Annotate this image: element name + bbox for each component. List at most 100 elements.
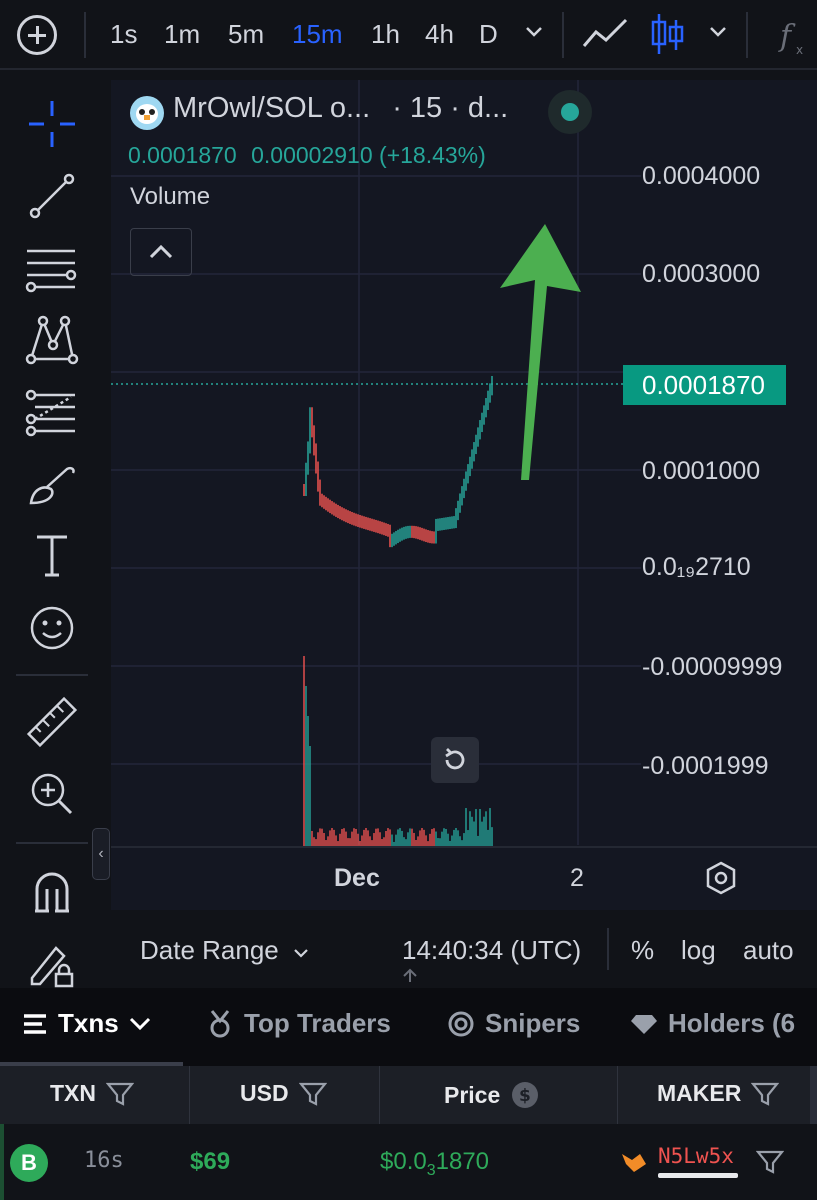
column-txn[interactable]: TXN xyxy=(50,1080,134,1107)
chevron-down-icon[interactable] xyxy=(524,24,544,45)
diamond-icon xyxy=(631,1014,657,1034)
interval-15m[interactable]: 15m xyxy=(292,10,343,58)
toolbar-collapse-handle[interactable]: ‹ xyxy=(92,828,110,880)
bar-divider xyxy=(607,928,609,970)
reset-icon xyxy=(445,748,465,770)
fib-icon[interactable] xyxy=(22,382,82,442)
settings-icon[interactable] xyxy=(704,860,738,901)
filter-icon[interactable] xyxy=(106,1082,134,1106)
filter-icon[interactable] xyxy=(755,1150,785,1179)
buy-badge: B xyxy=(10,1144,48,1182)
chart-pane[interactable] xyxy=(111,80,817,910)
column-divider xyxy=(189,1066,190,1124)
brush-icon[interactable] xyxy=(22,454,82,514)
column-price[interactable]: Price $ xyxy=(444,1080,540,1110)
price-chart[interactable] xyxy=(111,80,817,910)
date-range-label: Date Range xyxy=(140,935,279,965)
green-arrow xyxy=(500,224,581,480)
candles xyxy=(303,376,493,548)
indicators-icon[interactable]: fx xyxy=(778,12,810,57)
medal-icon xyxy=(210,1009,230,1037)
lock-pencil-icon[interactable] xyxy=(22,934,82,994)
legend-price: 0.0001870 xyxy=(128,142,237,168)
log-toggle[interactable]: log xyxy=(681,935,716,966)
chevron-down-icon[interactable] xyxy=(708,24,728,45)
interval-1s[interactable]: 1s xyxy=(110,10,137,58)
column-maker[interactable]: MAKER xyxy=(657,1080,780,1107)
toolbar-divider xyxy=(16,842,88,844)
column-usd[interactable]: USD xyxy=(240,1080,327,1107)
crosshair-icon[interactable] xyxy=(22,94,82,154)
price-sub: 3 xyxy=(426,1161,436,1179)
zoom-in-icon[interactable] xyxy=(22,764,82,824)
list-icon xyxy=(24,1013,46,1034)
chevron-down-icon xyxy=(294,949,308,958)
target-icon xyxy=(448,1011,474,1036)
column-label: Price xyxy=(444,1081,501,1108)
txn-price: $0.031870 xyxy=(380,1148,489,1180)
maker-underline xyxy=(658,1173,738,1178)
text-icon[interactable] xyxy=(22,526,82,586)
current-price-label: 0.0001870 xyxy=(623,365,786,405)
txn-age: 16s xyxy=(84,1148,124,1173)
toolbar-divider xyxy=(16,674,88,676)
tab-txns[interactable]: Txns xyxy=(22,1008,151,1039)
add-icon[interactable] xyxy=(17,15,57,55)
buy-indicator xyxy=(0,1124,4,1200)
tab-top-traders[interactable]: Top Traders xyxy=(206,1008,391,1039)
symbol-title[interactable]: MrOwl/SOL o... · 15 · d... xyxy=(173,92,508,125)
candles-icon[interactable] xyxy=(650,12,684,61)
utc-clock[interactable]: 14:40:34 (UTC) xyxy=(402,935,581,966)
tab-label: Holders (6 xyxy=(668,1008,796,1038)
svg-text:f: f xyxy=(778,19,796,54)
interval-d[interactable]: D xyxy=(479,10,498,58)
drawing-toolbar xyxy=(0,72,104,988)
percent-toggle[interactable]: % xyxy=(631,935,654,966)
emoji-icon[interactable] xyxy=(22,598,82,658)
reset-chart-button[interactable] xyxy=(431,737,479,783)
svg-text:$: $ xyxy=(519,1086,531,1106)
time-label-dec: Dec xyxy=(334,864,380,892)
fox-icon xyxy=(620,1150,648,1179)
pattern-icon[interactable] xyxy=(22,310,82,370)
dollar-toggle-icon[interactable]: $ xyxy=(510,1080,540,1110)
line-chart-icon[interactable] xyxy=(582,16,628,57)
interval-4h[interactable]: 4h xyxy=(425,10,454,58)
tab-holders[interactable]: Holders (6 xyxy=(630,1008,795,1039)
collapse-legend-button[interactable] xyxy=(130,228,192,276)
column-label: MAKER xyxy=(657,1080,742,1106)
price-tick: 0.0004000 xyxy=(642,162,761,190)
price-rest: 1870 xyxy=(435,1148,490,1175)
price-tick: -0.0001999 xyxy=(642,752,769,780)
toolbar-divider xyxy=(562,12,564,58)
interval-5m[interactable]: 5m xyxy=(228,10,264,58)
live-status-dot xyxy=(548,90,592,134)
price-prefix: $0.0 xyxy=(380,1148,427,1175)
txn-usd: $69 xyxy=(190,1148,231,1175)
toolbar-divider xyxy=(746,12,748,58)
top-toolbar: 1s 1m 5m 15m 1h 4h D fx xyxy=(0,0,817,70)
legend-values: 0.0001870 0.00002910 (+18.43%) xyxy=(128,142,486,169)
filter-icon[interactable] xyxy=(751,1082,780,1106)
price-tick: -0.00009999 xyxy=(642,653,783,681)
tab-label: Snipers xyxy=(485,1008,581,1038)
price-tick: 0.0003000 xyxy=(642,260,761,288)
column-label: USD xyxy=(240,1080,289,1106)
filter-icon[interactable] xyxy=(298,1082,327,1106)
trend-line-icon[interactable] xyxy=(22,166,82,226)
toolbar-divider xyxy=(84,12,86,58)
maker-address[interactable]: N5Lw5x xyxy=(658,1144,734,1168)
interval-1h[interactable]: 1h xyxy=(371,10,400,58)
tab-snipers[interactable]: Snipers xyxy=(447,1008,580,1039)
column-divider xyxy=(617,1066,618,1124)
auto-toggle[interactable]: auto xyxy=(743,935,794,966)
tab-label: Top Traders xyxy=(244,1008,391,1038)
horizontal-lines-icon[interactable] xyxy=(22,238,82,298)
magnet-icon[interactable] xyxy=(22,862,82,922)
interval-1m[interactable]: 1m xyxy=(164,10,200,58)
chevron-up-icon xyxy=(149,244,173,259)
date-range-button[interactable]: Date Range xyxy=(140,935,310,966)
column-divider xyxy=(379,1066,380,1124)
chevron-down-icon xyxy=(129,1017,150,1030)
ruler-icon[interactable] xyxy=(22,692,82,752)
